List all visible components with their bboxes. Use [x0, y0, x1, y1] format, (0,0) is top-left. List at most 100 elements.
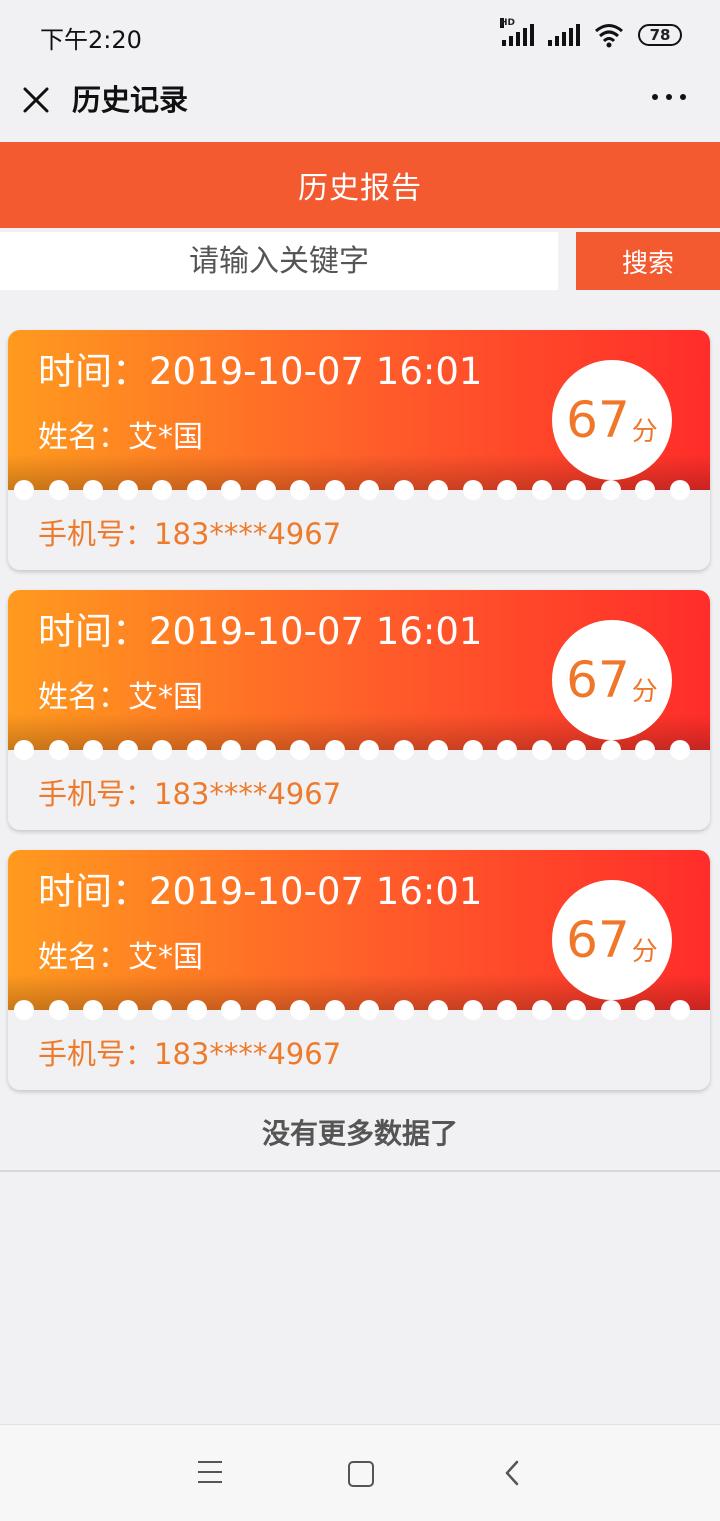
- status-time: 下午2:20: [40, 26, 142, 54]
- scallop-dot: [359, 480, 379, 500]
- scallop-dot: [221, 480, 241, 500]
- scallop-dot: [600, 1000, 621, 1020]
- scallop-dot: [669, 740, 690, 760]
- record-card[interactable]: 时间：2019-10-07 16:01 姓名：艾*国 67 分 手机号：183*…: [8, 590, 710, 830]
- menu-icon[interactable]: [198, 1461, 224, 1483]
- scallop-dot: [83, 480, 103, 500]
- scallop-dot: [462, 480, 483, 500]
- scallop-dot: [48, 1000, 69, 1020]
- score-unit: 分: [631, 416, 658, 447]
- scallop-dot: [221, 1000, 241, 1020]
- scallop-dot: [635, 1000, 655, 1020]
- scallop-dot: [497, 740, 517, 760]
- hd-label: HD: [500, 18, 516, 28]
- scallop-dot: [324, 740, 345, 760]
- score-value: 67: [566, 391, 630, 449]
- scallop-dot: [462, 740, 483, 760]
- scallop-dot: [14, 480, 34, 500]
- scallop-dot: [393, 480, 414, 500]
- status-icons: HD 78: [500, 18, 682, 50]
- record-card-header: 时间：2019-10-07 16:01 姓名：艾*国 67 分: [8, 850, 710, 1010]
- close-icon[interactable]: [20, 84, 52, 116]
- title-bar: 历史记录: [0, 70, 720, 142]
- score-value: 67: [566, 911, 630, 969]
- record-phone: 手机号：183****4967: [38, 517, 342, 551]
- home-icon[interactable]: [348, 1461, 374, 1487]
- scallop-dot: [152, 480, 172, 500]
- scallop-dot: [48, 480, 69, 500]
- record-list: 时间：2019-10-07 16:01 姓名：艾*国 67 分 手机号：183*…: [0, 292, 720, 1172]
- record-card[interactable]: 时间：2019-10-07 16:01 姓名：艾*国 67 分 手机号：183*…: [8, 850, 710, 1090]
- search-button[interactable]: 搜索: [576, 232, 720, 290]
- report-header: 历史报告: [0, 142, 720, 228]
- signal-hd-icon: HD: [500, 18, 534, 46]
- scallop-dot: [83, 740, 103, 760]
- battery-icon: 78: [638, 24, 682, 46]
- scallop-dot: [462, 1000, 483, 1020]
- back-icon[interactable]: [502, 1459, 522, 1487]
- scallop-edge: [8, 1000, 710, 1020]
- scallop-dot: [48, 740, 69, 760]
- scallop-dot: [152, 740, 172, 760]
- scallop-dot: [290, 480, 310, 500]
- scallop-dot: [566, 740, 586, 760]
- scallop-dot: [531, 1000, 552, 1020]
- scallop-dot: [117, 1000, 138, 1020]
- report-title: 历史报告: [298, 171, 422, 206]
- scallop-dot: [600, 740, 621, 760]
- scallop-dot: [186, 740, 207, 760]
- scallop-dot: [635, 480, 655, 500]
- wifi-icon: [595, 24, 623, 48]
- system-nav-bar: [0, 1424, 720, 1521]
- record-name: 姓名：艾*国: [38, 940, 203, 975]
- record-card-header: 时间：2019-10-07 16:01 姓名：艾*国 67 分: [8, 590, 710, 750]
- score-badge: 67 分: [552, 880, 672, 1000]
- score-unit: 分: [631, 936, 658, 967]
- scallop-dot: [359, 740, 379, 760]
- scallop-dot: [635, 740, 655, 760]
- score-badge: 67 分: [552, 360, 672, 480]
- record-card-footer: 手机号：183****4967: [8, 490, 710, 570]
- scallop-dot: [566, 480, 586, 500]
- scallop-dot: [324, 1000, 345, 1020]
- scallop-dot: [221, 740, 241, 760]
- scallop-dot: [393, 1000, 414, 1020]
- scallop-edge: [8, 740, 710, 760]
- score-value: 67: [566, 651, 630, 709]
- scallop-dot: [359, 1000, 379, 1020]
- battery-level: 78: [649, 26, 671, 44]
- record-time: 时间：2019-10-07 16:01: [38, 870, 483, 913]
- scallop-dot: [186, 480, 207, 500]
- record-card-footer: 手机号：183****4967: [8, 750, 710, 830]
- scallop-dot: [600, 480, 621, 500]
- scallop-dot: [393, 740, 414, 760]
- scallop-dot: [324, 480, 345, 500]
- more-icon[interactable]: [652, 94, 686, 100]
- record-time: 时间：2019-10-07 16:01: [38, 350, 483, 393]
- scallop-dot: [255, 480, 276, 500]
- search-input[interactable]: [0, 232, 558, 290]
- scallop-dot: [669, 1000, 690, 1020]
- scallop-dot: [186, 1000, 207, 1020]
- scallop-dot: [428, 480, 448, 500]
- record-phone: 手机号：183****4967: [38, 1037, 342, 1071]
- record-card-header: 时间：2019-10-07 16:01 姓名：艾*国 67 分: [8, 330, 710, 490]
- scallop-dot: [117, 740, 138, 760]
- record-card-footer: 手机号：183****4967: [8, 1010, 710, 1090]
- scallop-dot: [669, 480, 690, 500]
- scallop-dot: [531, 740, 552, 760]
- scallop-dot: [290, 740, 310, 760]
- score-badge: 67 分: [552, 620, 672, 740]
- scallop-dot: [255, 1000, 276, 1020]
- record-name: 姓名：艾*国: [38, 680, 203, 715]
- search-bar: 搜索: [0, 232, 720, 292]
- score-unit: 分: [631, 676, 658, 707]
- scallop-dot: [152, 1000, 172, 1020]
- scallop-dot: [290, 1000, 310, 1020]
- scallop-dot: [14, 740, 34, 760]
- record-phone: 手机号：183****4967: [38, 777, 342, 811]
- scallop-dot: [428, 1000, 448, 1020]
- record-time: 时间：2019-10-07 16:01: [38, 610, 483, 653]
- record-card[interactable]: 时间：2019-10-07 16:01 姓名：艾*国 67 分 手机号：183*…: [8, 330, 710, 570]
- scallop-dot: [83, 1000, 103, 1020]
